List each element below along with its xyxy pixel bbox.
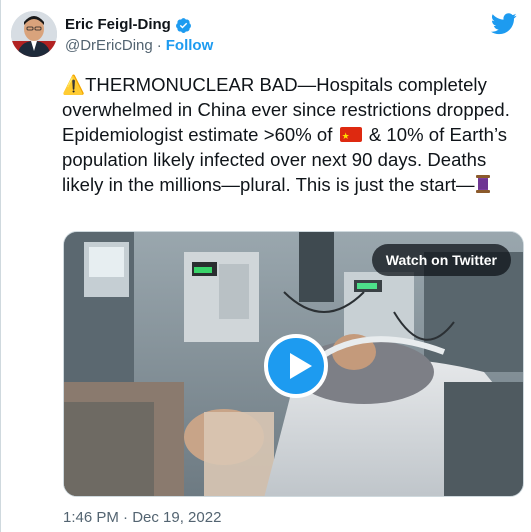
name-row: Eric Feigl-Ding bbox=[65, 15, 213, 35]
verified-badge-icon bbox=[175, 17, 192, 34]
play-icon[interactable] bbox=[264, 334, 328, 398]
thread-spool-icon bbox=[475, 174, 491, 194]
watch-on-twitter-button[interactable]: Watch on Twitter bbox=[371, 244, 511, 276]
twitter-logo-icon[interactable] bbox=[491, 13, 517, 35]
follow-button[interactable]: Follow bbox=[166, 37, 214, 54]
handle-row: @DrEricDing · Follow bbox=[65, 36, 213, 56]
avatar[interactable] bbox=[11, 11, 57, 57]
tweet-text: ⚠️THERMONUCLEAR BAD—Hospitals completely… bbox=[62, 72, 522, 197]
china-flag-icon bbox=[339, 124, 362, 149]
tweet-header: Eric Feigl-Ding @DrEricDing · Follow bbox=[11, 9, 519, 61]
video-media[interactable]: Watch on Twitter bbox=[63, 231, 524, 497]
tweet-timestamp[interactable]: 1:46 PM · Dec 19, 2022 bbox=[63, 508, 221, 528]
separator-dot: · bbox=[156, 37, 162, 54]
tweet-embed-card: Eric Feigl-Ding @DrEricDing · Follow ⚠️THE… bbox=[0, 0, 531, 532]
author-name[interactable]: Eric Feigl-Ding bbox=[65, 15, 171, 35]
user-info: Eric Feigl-Ding @DrEricDing · Follow bbox=[65, 15, 213, 56]
author-handle[interactable]: @DrEricDing bbox=[65, 37, 153, 54]
